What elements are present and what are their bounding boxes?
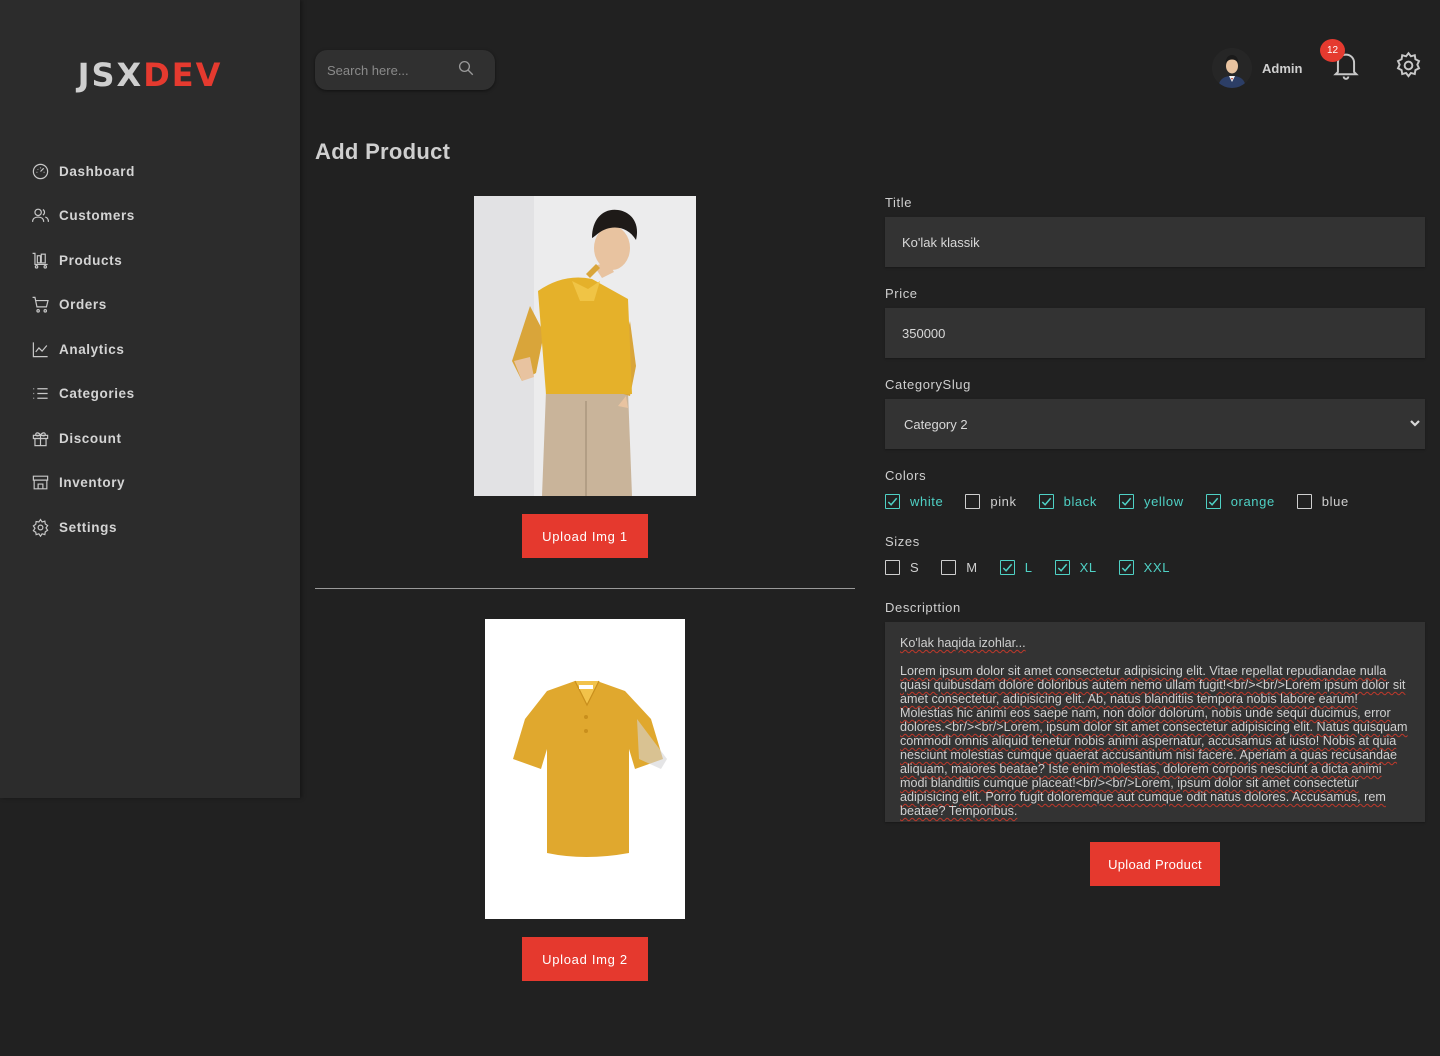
brand-part2: DEV bbox=[143, 56, 223, 94]
sidebar-item-products[interactable]: Products bbox=[0, 238, 300, 283]
section-divider bbox=[315, 588, 855, 589]
colors-checkbox-group: white pink black yellow orange blue bbox=[885, 494, 1349, 509]
title-input[interactable]: Ko'lak klassik bbox=[885, 217, 1425, 267]
brand-part1: JSX bbox=[77, 56, 144, 94]
sidebar-item-label: Orders bbox=[59, 297, 107, 313]
description-label: Descripttion bbox=[885, 600, 961, 615]
product-image-2 bbox=[485, 619, 685, 919]
sidebar-item-customers[interactable]: Customers bbox=[0, 194, 300, 239]
upload-image-2-button[interactable]: Upload Img 2 bbox=[522, 937, 648, 981]
brand-logo[interactable]: JSXDEV bbox=[0, 56, 300, 94]
sidebar-item-label: Products bbox=[59, 252, 123, 268]
description-first-line: Ko'lak haqida izohlar... bbox=[900, 636, 1026, 650]
checkbox-checked-icon bbox=[1054, 560, 1070, 575]
sidebar: JSXDEV Dashboard Customers Products Orde… bbox=[0, 0, 300, 798]
sidebar-item-label: Settings bbox=[59, 519, 118, 535]
checkbox-checked-icon bbox=[999, 560, 1015, 575]
sidebar-item-orders[interactable]: Orders bbox=[0, 283, 300, 328]
checkbox-checked-icon bbox=[885, 494, 900, 509]
product-image-1 bbox=[474, 196, 696, 496]
store-icon bbox=[30, 473, 50, 493]
chevron-down-icon bbox=[1409, 417, 1421, 432]
checkbox-empty-icon bbox=[1296, 494, 1312, 509]
description-body: Lorem ipsum dolor sit amet consectetur a… bbox=[900, 664, 1408, 818]
color-checkbox-orange[interactable]: orange bbox=[1205, 494, 1275, 509]
sidebar-item-settings[interactable]: Settings bbox=[0, 505, 300, 550]
sidebar-nav: Dashboard Customers Products Orders Anal… bbox=[0, 149, 300, 550]
dashboard-gauge-icon bbox=[30, 161, 50, 181]
list-icon bbox=[30, 384, 50, 404]
gear-icon bbox=[30, 517, 50, 537]
category-selected-value: Category 2 bbox=[904, 416, 968, 432]
search-icon[interactable] bbox=[457, 59, 475, 82]
checkbox-label: orange bbox=[1230, 494, 1275, 509]
checkbox-label: XL bbox=[1079, 560, 1097, 575]
settings-gear-icon[interactable] bbox=[1394, 51, 1424, 81]
sidebar-item-discount[interactable]: Discount bbox=[0, 416, 300, 461]
checkbox-label: white bbox=[910, 494, 944, 509]
user-name[interactable]: Admin bbox=[1262, 61, 1302, 76]
size-checkbox-l[interactable]: L bbox=[999, 560, 1033, 575]
size-checkbox-s[interactable]: S bbox=[885, 560, 919, 575]
category-label: CategorySlug bbox=[885, 377, 971, 392]
size-checkbox-xl[interactable]: XL bbox=[1054, 560, 1097, 575]
sizes-label: Sizes bbox=[885, 534, 920, 549]
checkbox-label: pink bbox=[990, 494, 1017, 509]
avatar[interactable] bbox=[1212, 48, 1252, 88]
sidebar-item-categories[interactable]: Categories bbox=[0, 372, 300, 417]
size-checkbox-xxl[interactable]: XXL bbox=[1118, 560, 1171, 575]
title-label: Title bbox=[885, 195, 913, 210]
color-checkbox-pink[interactable]: pink bbox=[965, 494, 1016, 509]
sidebar-item-analytics[interactable]: Analytics bbox=[0, 327, 300, 372]
sidebar-item-label: Categories bbox=[59, 386, 135, 402]
checkbox-empty-icon bbox=[941, 560, 957, 575]
sidebar-item-label: Inventory bbox=[59, 475, 126, 491]
color-checkbox-white[interactable]: white bbox=[885, 494, 943, 509]
sidebar-item-label: Discount bbox=[59, 430, 122, 446]
checkbox-empty-icon bbox=[885, 560, 900, 575]
notification-badge: 12 bbox=[1320, 39, 1345, 62]
checkbox-label: yellow bbox=[1143, 494, 1184, 509]
price-input[interactable]: 350000 bbox=[885, 308, 1425, 358]
color-checkbox-black[interactable]: black bbox=[1038, 494, 1097, 509]
search-input[interactable] bbox=[327, 62, 457, 78]
checkbox-empty-icon bbox=[965, 494, 981, 509]
checkbox-checked-icon bbox=[1038, 494, 1054, 509]
size-checkbox-m[interactable]: M bbox=[941, 560, 977, 575]
description-textarea[interactable]: Ko'lak haqida izohlar... Lorem ipsum dol… bbox=[885, 622, 1425, 822]
shopping-cart-icon bbox=[30, 295, 50, 315]
sidebar-item-dashboard[interactable]: Dashboard bbox=[0, 149, 300, 194]
checkbox-checked-icon bbox=[1118, 494, 1134, 509]
checkbox-label: L bbox=[1024, 560, 1033, 575]
sidebar-item-label: Analytics bbox=[59, 341, 125, 357]
sidebar-item-label: Customers bbox=[59, 208, 135, 224]
checkbox-label: black bbox=[1063, 494, 1097, 509]
page-title: Add Product bbox=[315, 139, 451, 164]
checkbox-checked-icon bbox=[1205, 494, 1221, 509]
checkbox-label: M bbox=[966, 560, 978, 575]
category-select[interactable]: Category 2 bbox=[885, 399, 1425, 449]
line-chart-icon bbox=[30, 339, 50, 359]
gift-icon bbox=[30, 428, 50, 448]
cart-trolley-icon bbox=[30, 250, 50, 270]
checkbox-checked-icon bbox=[1118, 560, 1134, 575]
color-checkbox-yellow[interactable]: yellow bbox=[1118, 494, 1184, 509]
upload-image-1-button[interactable]: Upload Img 1 bbox=[522, 514, 648, 558]
search-bar bbox=[315, 50, 495, 90]
upload-product-button[interactable]: Upload Product bbox=[1090, 842, 1220, 886]
sidebar-item-inventory[interactable]: Inventory bbox=[0, 461, 300, 506]
sidebar-item-label: Dashboard bbox=[59, 163, 135, 179]
price-label: Price bbox=[885, 286, 918, 301]
checkbox-label: blue bbox=[1321, 494, 1349, 509]
color-checkbox-blue[interactable]: blue bbox=[1296, 494, 1349, 509]
users-icon bbox=[30, 206, 50, 226]
checkbox-label: XXL bbox=[1143, 560, 1171, 575]
colors-label: Colors bbox=[885, 468, 927, 483]
sizes-checkbox-group: S M L XL XXL bbox=[885, 560, 1170, 575]
checkbox-label: S bbox=[910, 560, 920, 575]
